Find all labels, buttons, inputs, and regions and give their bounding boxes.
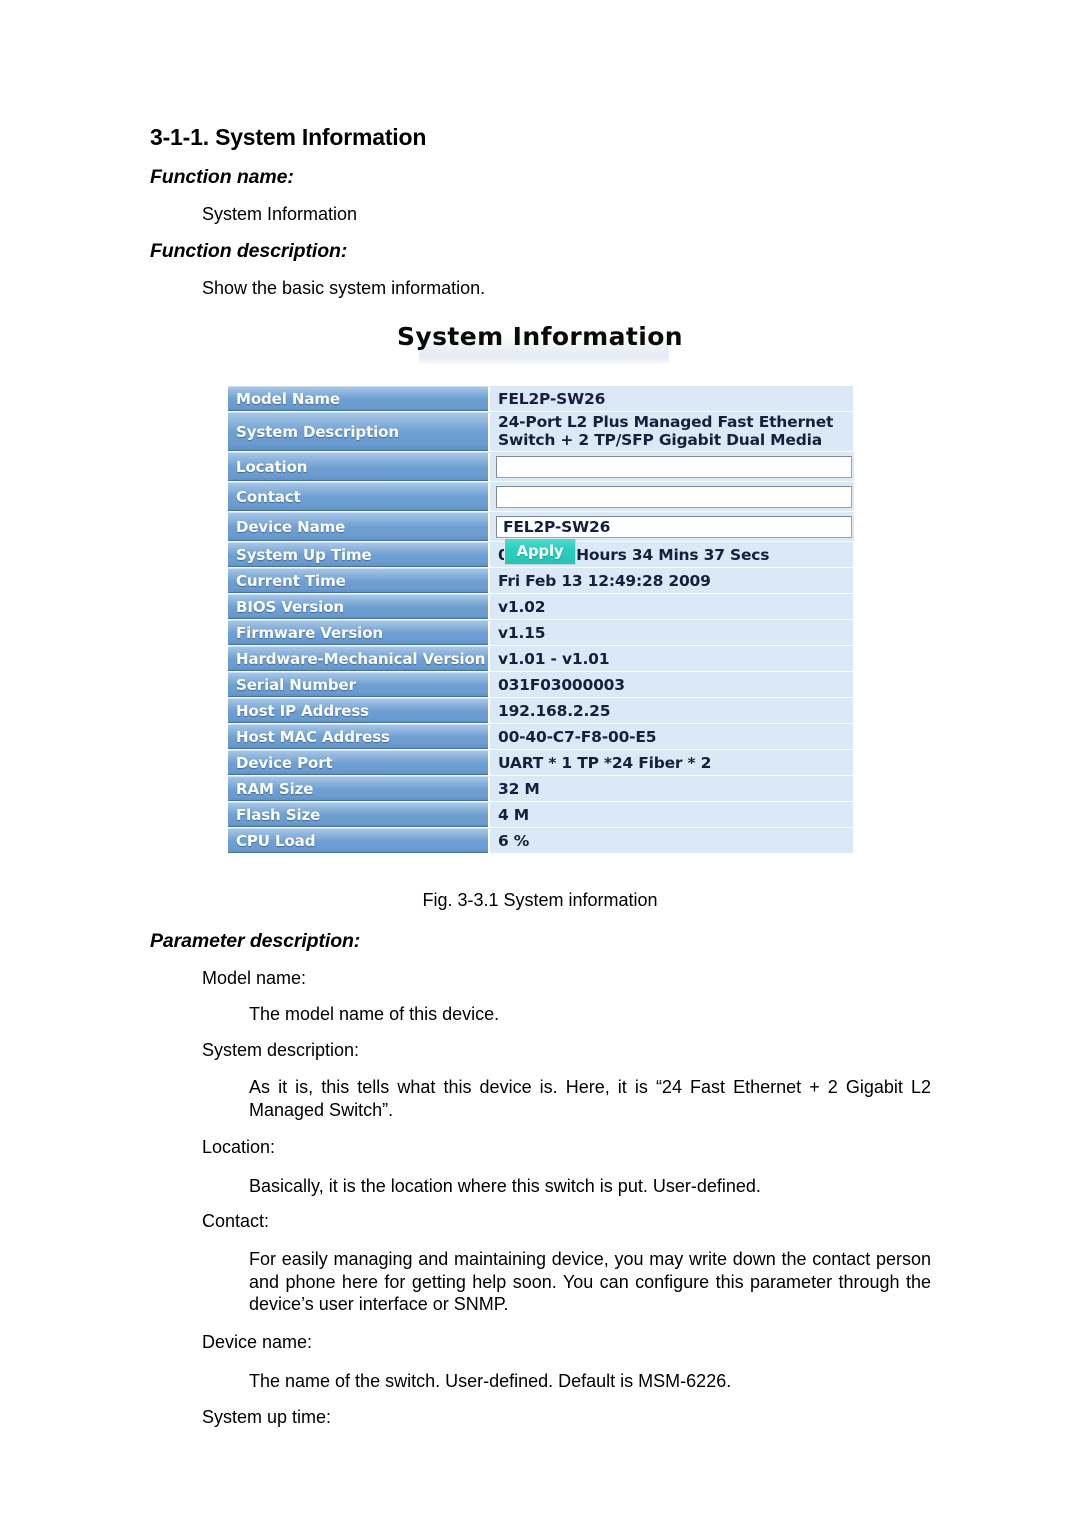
parameter-text: Basically, it is the location where this…: [249, 1176, 761, 1196]
row-value: 00-40-C7-F8-00-E5: [490, 724, 853, 749]
table-row: Firmware Version v1.15: [228, 620, 853, 646]
row-value: v1.15: [490, 620, 853, 645]
heading-parameter-description: Parameter description:: [150, 930, 361, 952]
parameter-text: The model name of this device.: [249, 1004, 500, 1024]
table-row: System Description 24-Port L2 Plus Manage…: [228, 412, 853, 452]
text-input[interactable]: [496, 455, 852, 478]
table-row: RAM Size 32 M: [228, 776, 853, 802]
table-row: Location: [228, 452, 854, 482]
row-value: v1.01 - v1.01: [490, 646, 853, 671]
parameter-text: For easily managing and maintaining devi…: [249, 1249, 931, 1314]
row-label: Serial Number: [228, 672, 490, 697]
parameter-term: Model name:: [202, 968, 307, 988]
parameter-term: Device name:: [202, 1332, 313, 1352]
table-row: Model Name FEL2P-SW26: [228, 386, 853, 412]
row-value: 031F03000003: [490, 672, 853, 697]
row-label: Host MAC Address: [228, 724, 490, 749]
row-label: BIOS Version: [228, 594, 490, 619]
row-label: Device Name: [228, 512, 490, 541]
function-name-value: System Information: [202, 204, 358, 224]
table-row: Contact: [228, 482, 854, 512]
row-value-text: 24-Port L2 Plus Managed Fast Ethernet Swi…: [498, 413, 834, 449]
apply-button-row: Apply: [0, 538, 1080, 565]
row-value: 32 M: [490, 776, 853, 801]
row-label: Current Time: [228, 568, 490, 593]
parameter-term: System up time:: [202, 1407, 332, 1427]
figure-caption: Fig. 3-3.1 System information: [422, 890, 658, 910]
screenshot-title: System Information: [397, 322, 683, 351]
row-value: FEL2P-SW26: [490, 386, 853, 411]
page-title: 3-1-1. System Information: [150, 124, 427, 150]
row-value: 192.168.2.25: [490, 698, 853, 723]
parameter-term: Location:: [202, 1137, 276, 1157]
row-value: [490, 452, 854, 481]
row-label: Flash Size: [228, 802, 490, 827]
parameter-text: As it is, this tells what this device is…: [249, 1077, 931, 1120]
parameter-text: The name of the switch. User-defined. De…: [249, 1371, 732, 1391]
table-row: Current Time Fri Feb 13 12:49:28 2009: [228, 568, 853, 594]
row-value: v1.02: [490, 594, 853, 619]
table-row: Flash Size 4 M: [228, 802, 853, 828]
heading-function-name: Function name:: [150, 166, 294, 188]
table-row: Serial Number 031F03000003: [228, 672, 853, 698]
parameter-term: System description:: [202, 1040, 360, 1060]
parameter-term: Contact:: [202, 1211, 270, 1231]
row-label: Location: [228, 452, 490, 481]
table-row: Host IP Address 192.168.2.25: [228, 698, 853, 724]
text-input[interactable]: [496, 485, 852, 508]
table-row: Device Port UART * 1 TP *24 Fiber * 2: [228, 750, 853, 776]
row-label: Model Name: [228, 386, 490, 411]
row-value: 6 %: [490, 828, 853, 853]
row-label: CPU Load: [228, 828, 490, 853]
row-label: System Description: [228, 412, 490, 451]
row-value: [490, 482, 854, 511]
row-label: Host IP Address: [228, 698, 490, 723]
row-label: Hardware-Mechanical Version: [228, 646, 490, 671]
row-value: 4 M: [490, 802, 853, 827]
row-label: Device Port: [228, 750, 490, 775]
table-row: CPU Load 6 %: [228, 828, 853, 854]
row-value: UART * 1 TP *24 Fiber * 2: [490, 750, 853, 775]
row-value: FEL2P-SW26: [490, 512, 854, 541]
function-description-value: Show the basic system information.: [202, 278, 486, 298]
table-row: Hardware-Mechanical Version v1.01 - v1.01: [228, 646, 853, 672]
document-page: 3-1-1. System Information Function name:…: [0, 0, 1080, 1526]
system-information-table: Model Name FEL2P-SW26 System Description 24…: [228, 386, 854, 854]
text-input[interactable]: FEL2P-SW26: [496, 515, 852, 538]
row-label: Firmware Version: [228, 620, 490, 645]
heading-function-description: Function description:: [150, 240, 348, 262]
table-row: BIOS Version v1.02: [228, 594, 853, 620]
row-value: Fri Feb 13 12:49:28 2009: [490, 568, 853, 593]
row-label: RAM Size: [228, 776, 490, 801]
row-value: 24-Port L2 Plus Managed Fast Ethernet Swi…: [490, 412, 853, 451]
row-label: Contact: [228, 482, 490, 511]
apply-button[interactable]: Apply: [504, 538, 576, 565]
table-row: Host MAC Address 00-40-C7-F8-00-E5: [228, 724, 853, 750]
